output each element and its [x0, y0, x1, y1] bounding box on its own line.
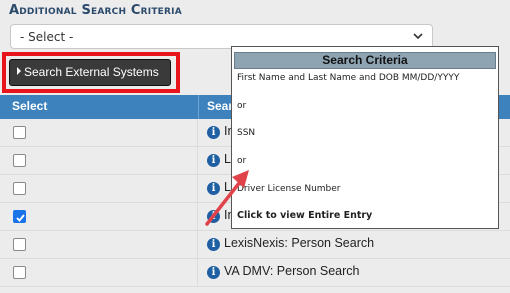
select-cell	[0, 119, 198, 147]
popup-footer-link[interactable]: Click to view Entire Entry	[237, 210, 372, 221]
select-cell	[0, 231, 198, 259]
popup-line: or	[237, 101, 247, 111]
select-cell	[0, 175, 198, 203]
popup-line: SSN	[237, 128, 256, 138]
chevron-down-icon	[413, 33, 423, 40]
search-criteria-popup[interactable]: Search Criteria First Name and Last Name…	[231, 46, 499, 229]
row-checkbox[interactable]	[13, 182, 26, 195]
info-icon[interactable]: i	[207, 154, 220, 167]
popup-line: First Name and Last Name and DOB MM/DD/Y…	[237, 73, 460, 83]
column-divider	[198, 95, 199, 119]
system-name: VA DMV: Person Search	[224, 264, 360, 278]
row-checkbox[interactable]	[13, 266, 26, 279]
table-row[interactable]: i VA DMV: Person Search	[0, 259, 510, 287]
select-cell	[0, 203, 198, 231]
row-checkbox[interactable]	[13, 126, 26, 139]
select-cell	[0, 147, 198, 175]
select-cell	[0, 259, 198, 287]
row-checkbox[interactable]	[13, 238, 26, 251]
info-icon[interactable]: i	[207, 182, 220, 195]
popup-line: Driver License Number	[237, 184, 341, 194]
row-checkbox-checked[interactable]	[13, 210, 26, 223]
select-value: - Select -	[20, 30, 74, 44]
search-external-systems-button[interactable]: Search External Systems	[9, 59, 171, 86]
checkmark-icon	[16, 214, 25, 222]
info-icon[interactable]: i	[207, 126, 220, 139]
row-checkbox[interactable]	[13, 154, 26, 167]
search-external-label: Search External Systems	[24, 65, 159, 79]
info-icon[interactable]: i	[207, 238, 220, 251]
column-header-select[interactable]: Select	[12, 99, 47, 113]
info-icon[interactable]: i	[207, 266, 220, 279]
popup-title: Search Criteria	[234, 52, 496, 69]
system-name: LexisNexis: Person Search	[224, 236, 375, 250]
section-title: Additional Search Criteria	[9, 3, 182, 18]
info-icon[interactable]: i	[207, 210, 220, 223]
play-triangle-icon	[17, 67, 21, 75]
popup-line: or	[237, 156, 247, 166]
table-row[interactable]: i LexisNexis: Person Search	[0, 231, 510, 259]
